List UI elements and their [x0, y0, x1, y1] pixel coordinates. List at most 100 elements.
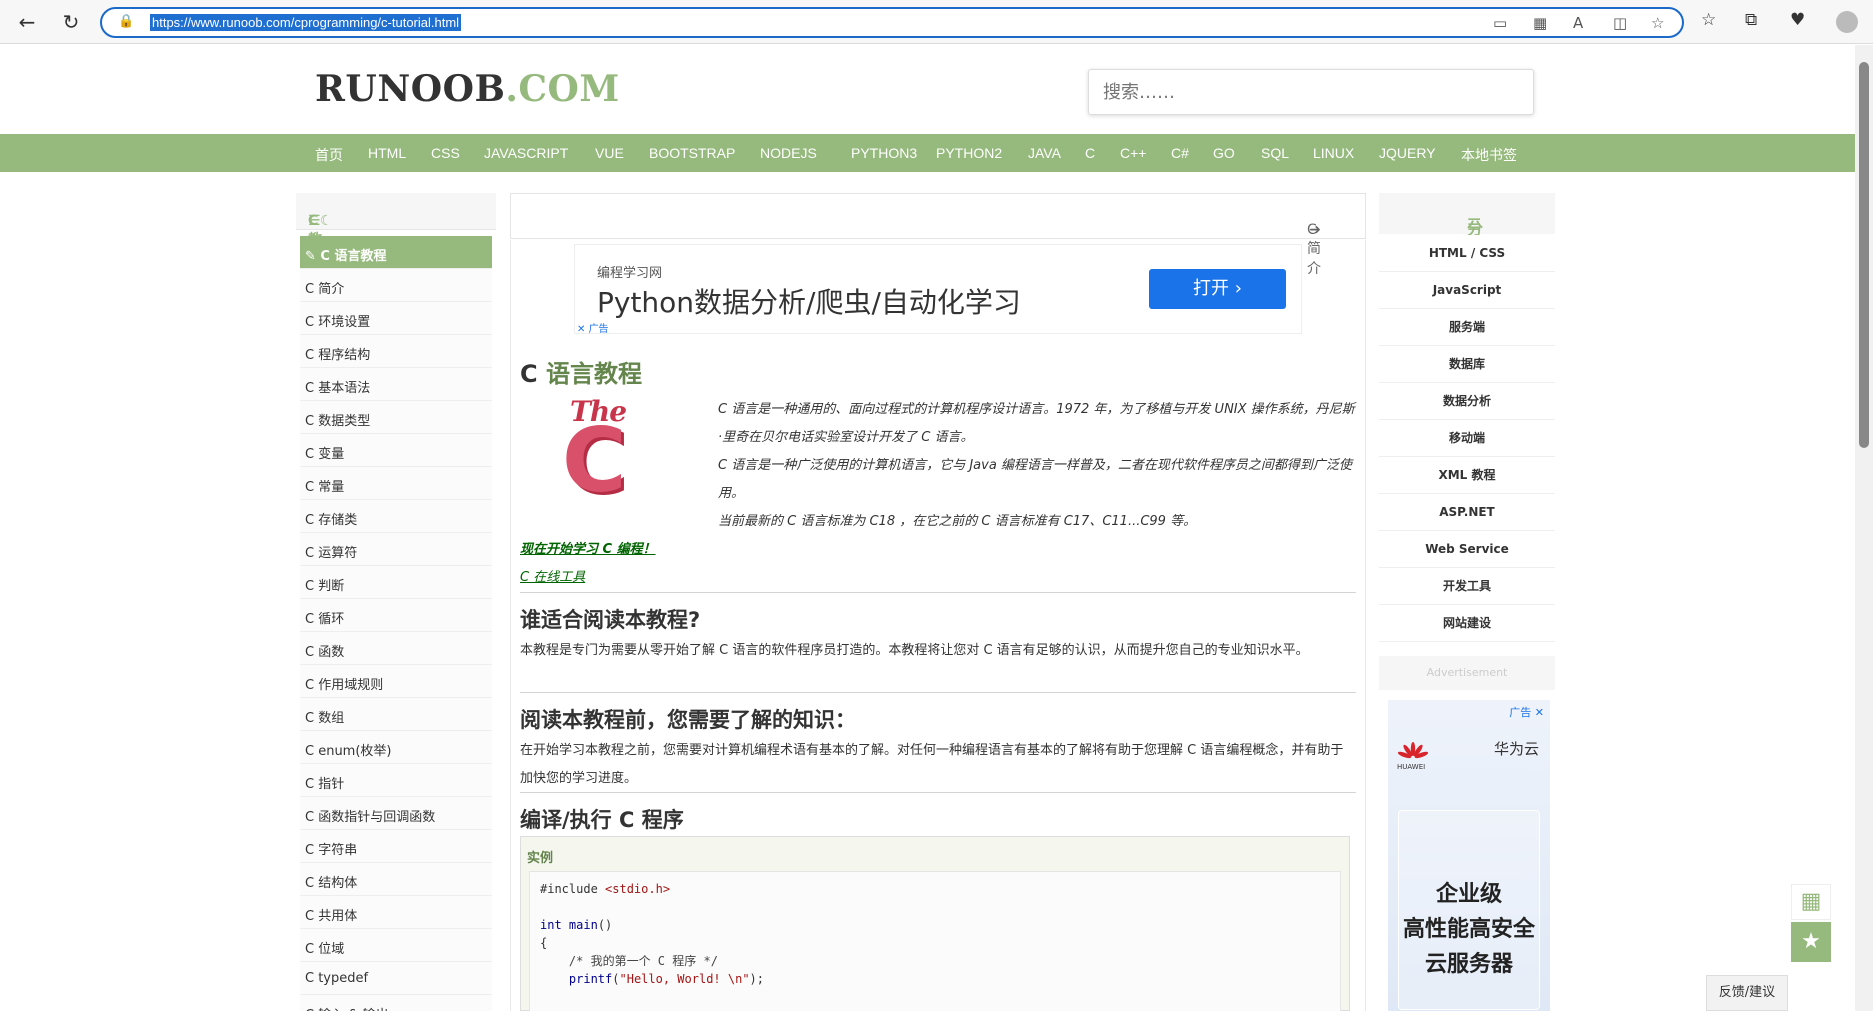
collections-icon[interactable]: ⧉: [1745, 10, 1757, 30]
ad-tag[interactable]: 广告 ✕: [1509, 704, 1544, 720]
sidebar-item[interactable]: C 变量: [300, 434, 492, 467]
online-tool-link[interactable]: C 在线工具: [520, 566, 585, 585]
divider: [520, 692, 1356, 693]
ad-banner[interactable]: 编程学习网 Python数据分析/爬虫/自动化学习 打开 › ✕ 广告: [574, 244, 1302, 335]
back-arrow-icon[interactable]: ←: [14, 9, 40, 35]
divider: [520, 592, 1356, 593]
section-text: 本教程是专门为需要从零开始了解 C 语言的软件程序员打造的。本教程将让您对 C …: [520, 643, 1309, 658]
nav-item[interactable]: BOOTSTRAP: [649, 145, 735, 161]
moon-icon[interactable]: ☾: [320, 213, 333, 229]
tag-icon: ✎: [305, 249, 321, 264]
nav-item[interactable]: CSS: [431, 145, 460, 161]
ad-slogan: 企业级 高性能高安全 云服务器: [1402, 882, 1535, 977]
sidebar-item[interactable]: C 作用域规则: [300, 665, 492, 698]
category-item[interactable]: XML 教程: [1379, 457, 1555, 494]
sidebar-item[interactable]: C enum(枚举): [300, 731, 492, 764]
nav-item[interactable]: 首页: [315, 145, 343, 165]
nav-item[interactable]: NODEJS: [760, 145, 817, 161]
ad-tag[interactable]: ✕ 广告: [577, 320, 609, 335]
start-learning-link[interactable]: 现在开始学习 C 编程！: [520, 538, 656, 557]
huawei-brand: HUAWEI: [1397, 763, 1426, 771]
sidebar-item[interactable]: C 共用体: [300, 896, 492, 929]
sidebar-item[interactable]: C 基本语法: [300, 368, 492, 401]
nav-item[interactable]: PYTHON2: [936, 145, 1002, 161]
category-item[interactable]: JavaScript: [1379, 272, 1555, 309]
category-item[interactable]: 数据分析: [1379, 383, 1555, 420]
nav-item[interactable]: HTML: [368, 145, 406, 161]
nav-item[interactable]: C#: [1171, 145, 1189, 161]
nav-item[interactable]: SQL: [1261, 145, 1289, 161]
sidebar-item[interactable]: C 函数: [300, 632, 492, 665]
nav-item[interactable]: VUE: [595, 145, 624, 161]
apps-icon[interactable]: ▦: [1533, 14, 1547, 32]
category-nav-list: HTML / CSS JavaScript 服务端 数据库 数据分析 移动端 XML 教程 A…: [1379, 235, 1555, 642]
sidebar-item[interactable]: C 位域: [300, 929, 492, 962]
ad-source: 编程学习网: [597, 266, 663, 281]
lock-icon: 🔒: [118, 14, 135, 29]
search-input[interactable]: [1088, 69, 1534, 115]
sidebar-item[interactable]: C 数据类型: [300, 401, 492, 434]
section-title: 阅读本教程前，您需要了解的知识：: [520, 708, 856, 732]
ad-open-button[interactable]: 打开 ›: [1149, 269, 1286, 309]
nav-item[interactable]: 本地书签: [1461, 145, 1517, 165]
nav-item[interactable]: LINUX: [1313, 145, 1354, 161]
qrcode-icon[interactable]: ▦: [1791, 884, 1831, 920]
url-text[interactable]: https://www.runoob.com/cprogramming/c-tu…: [150, 14, 462, 31]
nav-item[interactable]: PYTHON3: [851, 145, 917, 161]
favorite-star-icon[interactable]: ☆: [1651, 14, 1664, 32]
c-language-logo: The C: [562, 395, 627, 512]
reload-icon[interactable]: ↻: [58, 9, 84, 35]
sidebar-item[interactable]: C 输入 & 输出: [300, 995, 492, 1011]
sidebar-item[interactable]: C 指针: [300, 764, 492, 797]
address-bar[interactable]: 🔒 https://www.runoob.com/cprogramming/c-…: [100, 7, 1684, 38]
category-item[interactable]: HTML / CSS: [1379, 235, 1555, 272]
scrollbar-thumb[interactable]: [1859, 62, 1869, 448]
sidebar-item[interactable]: C 常量: [300, 467, 492, 500]
sidebar-item[interactable]: ✎ C 语言教程: [300, 236, 492, 269]
sidebar-item[interactable]: C 判断: [300, 566, 492, 599]
sidebar-item[interactable]: C 字符串: [300, 830, 492, 863]
intro-paragraph: C 语言是一种广泛使用的计算机语言，它与 Java 编程语言一样普及，二者在现代…: [718, 458, 1352, 501]
huawei-ad[interactable]: 广告 ✕ HUAWEI 华为云 企业级 高性能高安全 云服务器: [1388, 700, 1550, 1011]
category-item[interactable]: 移动端: [1379, 420, 1555, 457]
sidebar-item[interactable]: C 环境设置: [300, 302, 492, 335]
breadcrumb: C 简介 ➜: [510, 193, 1366, 277]
nav-item[interactable]: C: [1085, 145, 1095, 161]
reader-view-icon[interactable]: ◫: [1613, 14, 1627, 32]
read-aloud-icon[interactable]: A: [1573, 14, 1583, 32]
category-item[interactable]: ASP.NET: [1379, 494, 1555, 531]
page-title: C 语言教程: [520, 360, 642, 388]
sidebar-item[interactable]: C 结构体: [300, 863, 492, 896]
category-item[interactable]: 开发工具: [1379, 568, 1555, 605]
feedback-button[interactable]: 反馈/建议: [1706, 975, 1788, 1011]
nav-item[interactable]: GO: [1213, 145, 1235, 161]
nav-item[interactable]: JAVA: [1028, 145, 1061, 161]
category-item[interactable]: 数据库: [1379, 346, 1555, 383]
favorites-icon[interactable]: ☆: [1701, 10, 1716, 30]
sidebar-item[interactable]: C 简介: [300, 269, 492, 302]
sidebar-item[interactable]: C 循环: [300, 599, 492, 632]
top-navigation: 首页 HTML CSS JAVASCRIPT VUE BOOTSTRAP NODEJS PYT…: [0, 134, 1855, 172]
sidebar-item[interactable]: C 运算符: [300, 533, 492, 566]
nav-item[interactable]: JQUERY: [1379, 145, 1436, 161]
site-logo[interactable]: RUNOOB.COM: [315, 68, 620, 110]
category-item[interactable]: 服务端: [1379, 309, 1555, 346]
intro-text: C 语言是一种通用的、面向过程式的计算机程序设计语言。1972 年，为了移植与开…: [718, 396, 1358, 536]
nav-item[interactable]: JAVASCRIPT: [484, 145, 568, 161]
bookmark-star-icon[interactable]: ★: [1791, 922, 1831, 962]
extensions-icon[interactable]: ♥: [1790, 10, 1805, 30]
arrow-right-icon: ➜: [1309, 222, 1321, 238]
category-item[interactable]: Web Service: [1379, 531, 1555, 568]
advertisement-label: Advertisement: [1379, 656, 1555, 690]
sidebar-item[interactable]: C typedef: [300, 962, 492, 995]
sidebar-item[interactable]: C 函数指针与回调函数: [300, 797, 492, 830]
sidebar-item[interactable]: C 程序结构: [300, 335, 492, 368]
nav-item[interactable]: C++: [1120, 145, 1146, 161]
category-item[interactable]: 网站建设: [1379, 605, 1555, 642]
ad-headline: Python数据分析/爬虫/自动化学习: [597, 286, 1021, 319]
sidebar-item[interactable]: C 数组: [300, 698, 492, 731]
sidebar-item[interactable]: C 存储类: [300, 500, 492, 533]
profile-avatar[interactable]: [1836, 11, 1858, 33]
display-mode-icon[interactable]: ▭: [1493, 14, 1507, 32]
code-block[interactable]: #include <stdio.h> int main() { /* 我的第一个…: [529, 871, 1341, 1011]
